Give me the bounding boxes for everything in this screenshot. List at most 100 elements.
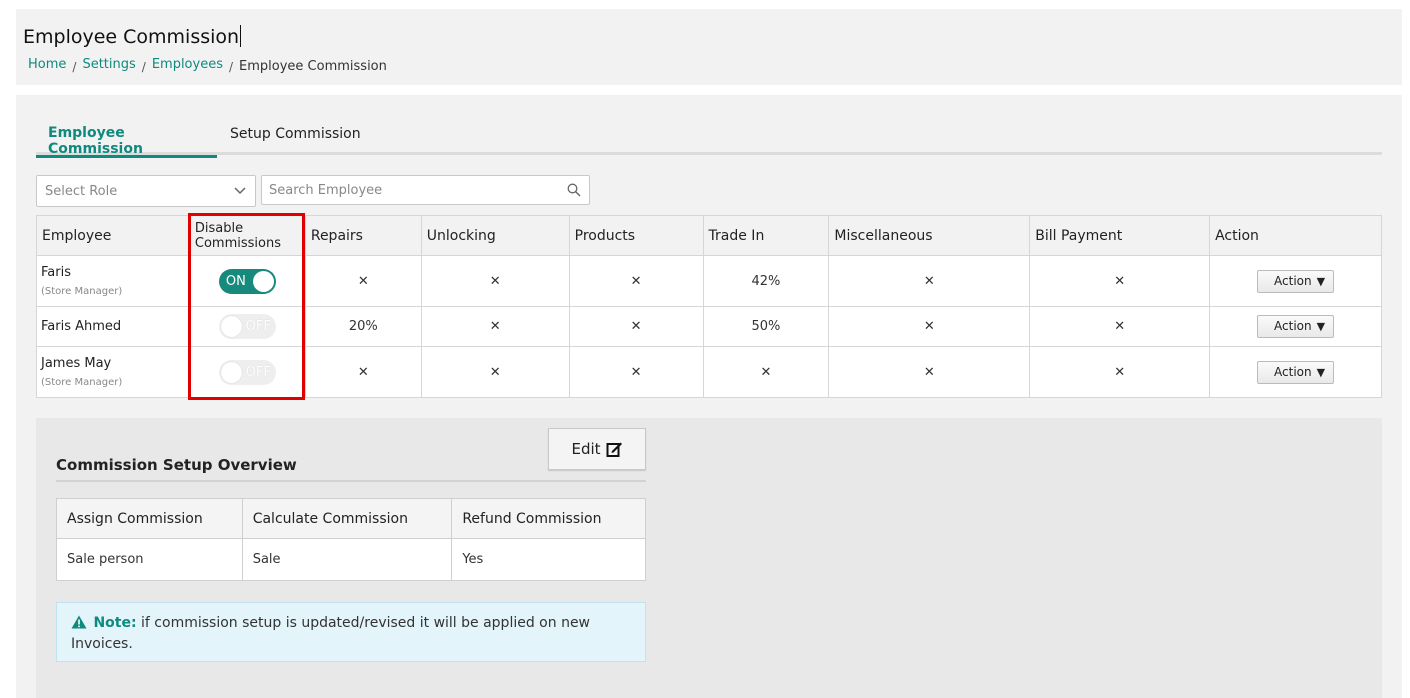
tab-employee-commission[interactable]: Employee Commission bbox=[36, 125, 217, 158]
disable-commission-toggle[interactable]: OFF bbox=[218, 314, 276, 339]
table-header-row: Employee Disable Commissions Repairs Unl… bbox=[36, 215, 1382, 256]
overview-title: Commission Setup Overview bbox=[56, 456, 297, 474]
action-cell: Action ▼ bbox=[1209, 255, 1382, 307]
disable-commission-toggle[interactable]: OFF bbox=[218, 359, 276, 385]
trade-in-cell: 42% bbox=[702, 255, 830, 307]
overview-header-row: Assign Commission Calculate Commission R… bbox=[56, 498, 646, 539]
miscellaneous-cell: ✕ bbox=[828, 346, 1031, 398]
trade-in-cell: 50% bbox=[702, 306, 830, 347]
breadcrumb-settings[interactable]: Settings bbox=[82, 57, 135, 72]
bill-payment-cell: ✕ bbox=[1029, 255, 1211, 307]
col-repairs: Repairs bbox=[304, 215, 422, 256]
caret-down-icon: ▼ bbox=[1316, 274, 1326, 288]
col-assign-commission: Assign Commission bbox=[56, 498, 243, 539]
action-cell: Action ▼ bbox=[1209, 306, 1382, 347]
repairs-cell: 20% bbox=[304, 306, 422, 347]
breadcrumb-separator: / bbox=[72, 59, 77, 74]
select-role-dropdown[interactable]: Select Role bbox=[36, 175, 256, 207]
miscellaneous-cell: ✕ bbox=[828, 306, 1031, 347]
breadcrumb: Home / Settings / Employees / Employee C… bbox=[28, 57, 387, 74]
action-label: Action bbox=[1274, 319, 1312, 333]
bill-payment-cell: ✕ bbox=[1029, 306, 1211, 347]
caret-down-icon: ▼ bbox=[1316, 320, 1326, 333]
action-label: Action bbox=[1274, 273, 1312, 288]
miscellaneous-cell: ✕ bbox=[828, 255, 1031, 307]
unlocking-cell: ✕ bbox=[420, 346, 570, 398]
products-cell: ✕ bbox=[568, 346, 704, 398]
col-unlocking: Unlocking bbox=[420, 215, 570, 256]
employee-name: James May bbox=[41, 356, 112, 371]
caret-down-icon: ▼ bbox=[1316, 365, 1326, 379]
overview-values-row: Sale person Sale Yes bbox=[56, 538, 646, 581]
col-calculate-commission: Calculate Commission bbox=[241, 498, 453, 539]
text-caret bbox=[240, 25, 242, 47]
note-label: Note: bbox=[93, 615, 137, 631]
toggle-label: OFF bbox=[245, 319, 271, 334]
table-row: Faris Ahmed OFF 20% ✕ ✕ 50% ✕ ✕ Action ▼ bbox=[36, 306, 1382, 347]
note-text: if commission setup is updated/revised i… bbox=[71, 615, 591, 652]
breadcrumb-home[interactable]: Home bbox=[28, 57, 66, 72]
disable-commission-cell: OFF bbox=[188, 346, 306, 398]
search-employee-field[interactable] bbox=[261, 175, 590, 205]
action-dropdown-button[interactable]: Action ▼ bbox=[1257, 360, 1335, 384]
toggle-label: ON bbox=[225, 273, 246, 289]
table-row: Faris (Store Manager) ON ✕ ✕ ✕ 42% ✕ ✕ Ac… bbox=[36, 255, 1382, 307]
tab-setup-commission[interactable]: Setup Commission bbox=[230, 126, 361, 142]
products-cell: ✕ bbox=[568, 306, 704, 347]
toggle-knob bbox=[252, 270, 274, 292]
overview-divider bbox=[56, 480, 646, 482]
select-role-placeholder: Select Role bbox=[45, 184, 118, 199]
breadcrumb-separator: / bbox=[228, 59, 234, 74]
edit-button[interactable]: Edit bbox=[548, 428, 646, 470]
toggle-knob bbox=[220, 316, 242, 337]
employee-role: (Store Manager) bbox=[41, 286, 123, 297]
action-cell: Action ▼ bbox=[1209, 346, 1382, 398]
unlocking-cell: ✕ bbox=[420, 255, 570, 307]
col-action: Action bbox=[1209, 215, 1382, 256]
search-icon[interactable] bbox=[567, 183, 581, 197]
breadcrumb-current: Employee Commission bbox=[239, 59, 387, 74]
disable-commission-cell: OFF bbox=[188, 306, 306, 347]
col-refund-commission: Refund Commission bbox=[451, 498, 646, 539]
main-panel: Employee Commission Setup Commission Sel… bbox=[16, 95, 1402, 698]
trade-in-cell: ✕ bbox=[702, 346, 830, 398]
commission-setup-overview: Commission Setup Overview Edit Assign Co… bbox=[36, 418, 1382, 698]
page-title-text: Employee Commission bbox=[23, 26, 240, 48]
employee-cell: Faris (Store Manager) bbox=[36, 255, 190, 307]
repairs-cell: ✕ bbox=[304, 255, 422, 307]
employee-commission-table: Employee Disable Commissions Repairs Unl… bbox=[36, 215, 1382, 398]
bill-payment-cell: ✕ bbox=[1029, 346, 1211, 398]
edit-label: Edit bbox=[571, 440, 601, 458]
calculate-commission-value: Sale bbox=[241, 538, 453, 581]
action-dropdown-button[interactable]: Action ▼ bbox=[1257, 269, 1335, 293]
col-bill-payment: Bill Payment bbox=[1029, 215, 1211, 256]
employee-name: Faris bbox=[41, 265, 71, 280]
refund-commission-value: Yes bbox=[451, 538, 646, 581]
col-trade-in: Trade In bbox=[702, 215, 830, 256]
warning-icon bbox=[71, 615, 87, 629]
disable-commission-toggle[interactable]: ON bbox=[218, 268, 276, 294]
breadcrumb-separator: / bbox=[141, 59, 146, 74]
col-disable-commissions: Disable Commissions bbox=[188, 215, 306, 256]
page-title: Employee Commission bbox=[23, 25, 242, 48]
col-products: Products bbox=[568, 215, 704, 256]
search-input[interactable] bbox=[262, 176, 552, 204]
toggle-label: OFF bbox=[245, 364, 271, 380]
breadcrumb-employees[interactable]: Employees bbox=[152, 57, 223, 72]
tab-bar: Employee Commission Setup Commission bbox=[36, 119, 1382, 158]
chevron-down-icon bbox=[234, 187, 246, 195]
overview-table: Assign Commission Calculate Commission R… bbox=[56, 498, 646, 581]
employee-cell: James May (Store Manager) bbox=[36, 346, 190, 398]
assign-commission-value: Sale person bbox=[56, 538, 243, 581]
action-dropdown-button[interactable]: Action ▼ bbox=[1257, 315, 1335, 338]
products-cell: ✕ bbox=[568, 255, 704, 307]
page-header: Employee Commission Home / Settings / Em… bbox=[16, 9, 1402, 85]
repairs-cell: ✕ bbox=[304, 346, 422, 398]
col-employee: Employee bbox=[36, 215, 190, 256]
toggle-knob bbox=[220, 361, 242, 383]
disable-commission-cell: ON bbox=[188, 255, 306, 307]
table-row: James May (Store Manager) OFF ✕ ✕ ✕ ✕ ✕ ✕… bbox=[36, 346, 1382, 398]
action-label: Action bbox=[1274, 364, 1312, 379]
unlocking-cell: ✕ bbox=[420, 306, 570, 347]
col-miscellaneous: Miscellaneous bbox=[828, 215, 1031, 256]
